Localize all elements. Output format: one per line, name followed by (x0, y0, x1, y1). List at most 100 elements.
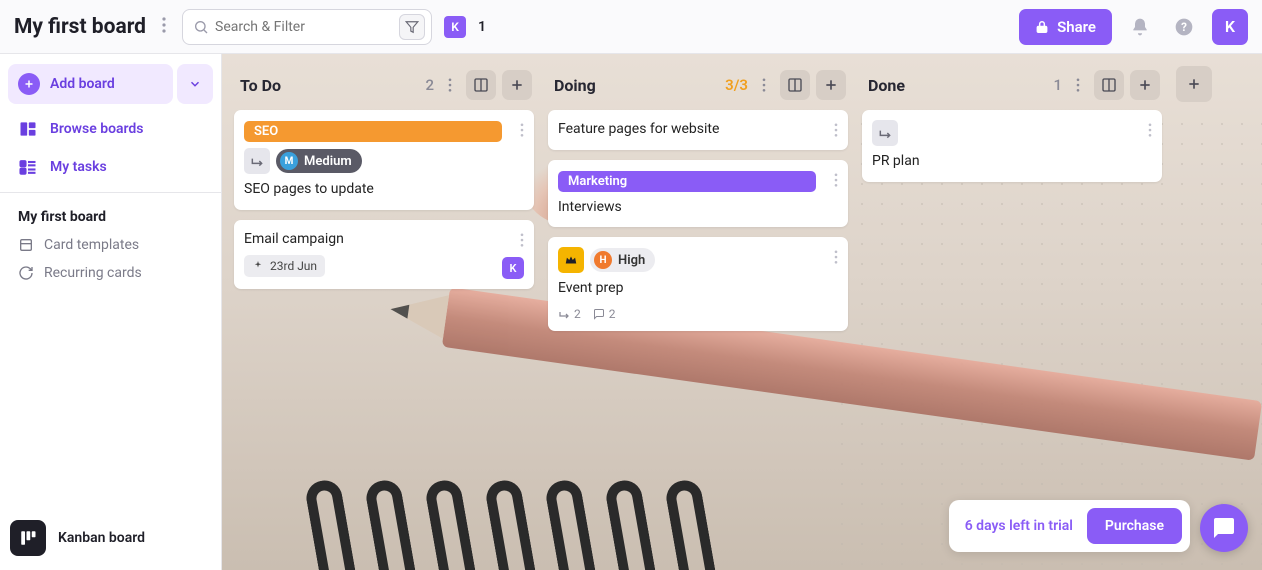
tasks-icon (18, 157, 38, 177)
sidebar: Add board Browse boards My tasks My firs… (0, 54, 222, 570)
card-title: Interviews (558, 198, 818, 218)
card-templates-label: Card templates (44, 237, 139, 253)
purchase-button[interactable]: Purchase (1087, 508, 1182, 544)
kanban-app-icon (10, 520, 46, 556)
card-interviews[interactable]: Marketing Interviews (548, 160, 848, 228)
add-board-button[interactable]: Add board (8, 64, 173, 104)
subtask-count: 2 (558, 307, 581, 321)
column-add-card-button[interactable] (502, 70, 532, 100)
card-assignee[interactable]: K (502, 257, 524, 279)
sidebar-section-title[interactable]: My first board (0, 199, 221, 231)
subtask-icon (558, 308, 570, 320)
column-add-card-button[interactable] (1130, 70, 1160, 100)
add-board-dropdown[interactable] (177, 64, 213, 104)
recurring-icon (18, 265, 34, 281)
bell-icon (1130, 17, 1150, 37)
priority-pill: H High (590, 248, 655, 272)
plus-icon (509, 77, 525, 93)
forward-icon (872, 120, 898, 146)
card-menu[interactable] (1144, 118, 1156, 145)
column-menu[interactable] (440, 78, 460, 92)
plus-circle-icon (18, 73, 40, 95)
recurring-cards-label: Recurring cards (44, 265, 142, 281)
column-todo: To Do 2 SEO M Medium SEO pages to update (234, 66, 534, 299)
sidebar-footer[interactable]: Kanban board (0, 506, 221, 570)
column-layout-button[interactable] (466, 70, 496, 100)
help-icon: ? (1174, 17, 1194, 37)
card-event-prep[interactable]: H High Event prep 2 2 (548, 237, 848, 331)
priority-dot: M (280, 152, 298, 170)
lock-icon (1035, 20, 1049, 34)
my-tasks-link[interactable]: My tasks (8, 148, 213, 186)
search-input[interactable] (209, 19, 399, 35)
column-add-card-button[interactable] (816, 70, 846, 100)
column-count: 3/3 (725, 76, 748, 94)
notifications-button[interactable] (1124, 11, 1156, 43)
card-feature-pages[interactable]: Feature pages for website (548, 110, 848, 150)
share-label: Share (1057, 18, 1096, 36)
presence-avatar[interactable]: K (444, 16, 466, 38)
card-title: PR plan (872, 152, 1132, 172)
card-date: 23rd Jun (244, 255, 325, 277)
column-count: 1 (1053, 76, 1062, 94)
card-title: Email campaign (244, 230, 504, 250)
search-icon (193, 19, 209, 35)
card-menu[interactable] (516, 228, 528, 255)
card-tag: SEO (244, 121, 502, 142)
template-icon (18, 237, 34, 253)
layout-icon (1101, 77, 1117, 93)
chevron-down-icon (188, 77, 202, 91)
filter-button[interactable] (399, 14, 425, 40)
my-tasks-label: My tasks (50, 159, 107, 175)
column-title[interactable]: To Do (240, 76, 419, 95)
card-templates-link[interactable]: Card templates (0, 231, 221, 259)
card-menu[interactable] (516, 118, 528, 145)
svg-text:?: ? (1181, 20, 1187, 34)
board-title-menu[interactable] (158, 13, 170, 41)
topbar: My first board K 1 Share ? K (0, 0, 1262, 54)
column-title[interactable]: Doing (554, 76, 719, 95)
sparkle-icon (252, 260, 264, 272)
card-menu[interactable] (830, 245, 842, 272)
layout-icon (473, 77, 489, 93)
browse-boards-label: Browse boards (50, 121, 144, 137)
card-pr-plan[interactable]: PR plan (862, 110, 1162, 182)
card-email-campaign[interactable]: Email campaign 23rd Jun K (234, 220, 534, 290)
column-layout-button[interactable] (780, 70, 810, 100)
column-title[interactable]: Done (868, 76, 1047, 95)
column-doing: Doing 3/3 Feature pages for website Mark… (548, 66, 848, 341)
plus-icon (1186, 76, 1202, 92)
search-filter[interactable] (182, 9, 432, 45)
trial-bar: 6 days left in trial Purchase (949, 500, 1190, 552)
board-area: To Do 2 SEO M Medium SEO pages to update (222, 54, 1262, 570)
recurring-cards-link[interactable]: Recurring cards (0, 259, 221, 287)
browse-boards-link[interactable]: Browse boards (8, 110, 213, 148)
presence-count: 1 (478, 19, 486, 35)
column-menu[interactable] (754, 78, 774, 92)
card-menu[interactable] (830, 168, 842, 195)
share-button[interactable]: Share (1019, 9, 1112, 45)
help-button[interactable]: ? (1168, 11, 1200, 43)
column-menu[interactable] (1068, 78, 1088, 92)
user-avatar[interactable]: K (1212, 9, 1248, 45)
add-board-label: Add board (50, 76, 115, 92)
priority-dot: H (594, 251, 612, 269)
priority-pill: M Medium (276, 149, 362, 173)
card-tag: Marketing (558, 171, 816, 192)
subtask-icon (244, 148, 270, 174)
comment-count: 2 (593, 307, 616, 321)
chat-button[interactable] (1200, 504, 1248, 552)
add-column-stub[interactable] (1176, 66, 1212, 102)
card-title: SEO pages to update (244, 180, 504, 200)
priority-label: High (618, 253, 645, 268)
layout-icon (787, 77, 803, 93)
card-title: Feature pages for website (558, 120, 818, 140)
column-count: 2 (425, 76, 434, 94)
kanban-footer-label: Kanban board (58, 530, 145, 546)
column-layout-button[interactable] (1094, 70, 1124, 100)
chat-icon (1212, 516, 1236, 540)
card-seo[interactable]: SEO M Medium SEO pages to update (234, 110, 534, 210)
card-date-text: 23rd Jun (270, 259, 317, 273)
card-menu[interactable] (830, 118, 842, 145)
comment-icon (593, 308, 605, 320)
